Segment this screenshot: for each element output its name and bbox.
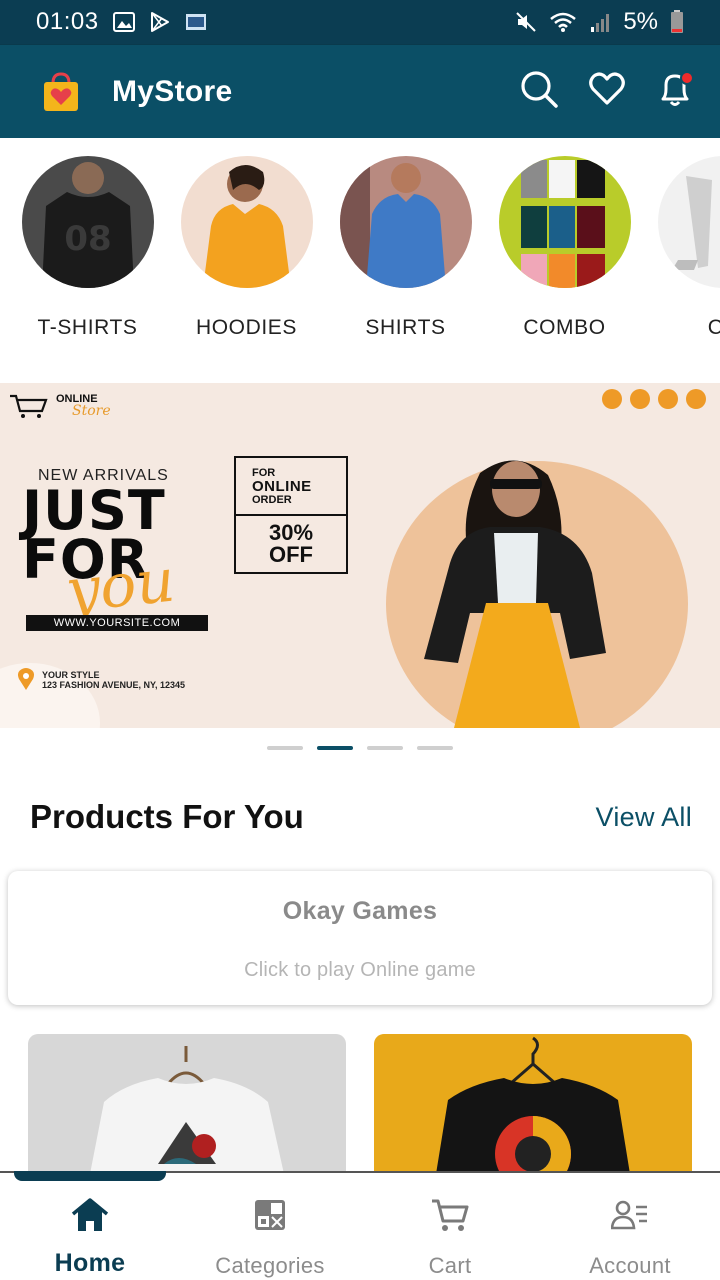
offer-order: ORDER (252, 493, 292, 506)
games-card-title: Okay Games (282, 897, 438, 925)
facebook-icon (658, 389, 678, 409)
wifi-icon (549, 11, 577, 33)
offer-off: OFF (269, 542, 313, 567)
battery-icon (670, 10, 684, 34)
section-title: Products For You (30, 798, 304, 835)
product-card[interactable] (374, 1034, 692, 1174)
nav-label: Categories (215, 1253, 325, 1278)
app-header: MyStore (0, 44, 720, 138)
category-image-shirts (339, 156, 472, 288)
status-time: 01:03 (36, 8, 99, 35)
offer-percent: 30% (268, 520, 314, 545)
nav-account[interactable]: Account (540, 1173, 720, 1280)
games-card-subtitle: Click to play Online game (244, 959, 476, 981)
category-label: T-SHIRTS (37, 316, 138, 339)
search-button[interactable] (518, 71, 560, 113)
games-card[interactable]: Okay Games Click to play Online game (8, 871, 712, 1005)
banner-website: WWW.YOURSITE.COM (26, 615, 208, 631)
product-card[interactable] (28, 1034, 346, 1174)
search-icon (519, 69, 559, 114)
bottom-navigation: Home Categories Cart Account (0, 1171, 720, 1280)
category-label: CH (707, 316, 720, 339)
heart-icon (587, 69, 627, 114)
nav-label: Account (589, 1253, 671, 1278)
cart-icon (8, 393, 48, 424)
carousel-indicator (0, 746, 720, 750)
category-image-combo (498, 156, 631, 288)
banner-style-label: YOUR STYLE (42, 670, 100, 680)
twitter-icon (602, 389, 622, 409)
nav-active-indicator (14, 1171, 166, 1181)
promo-banner[interactable]: ONLINE Store NEW ARRIVALS JUST FOR you W… (0, 383, 720, 728)
account-icon (610, 1195, 650, 1235)
gallery-icon (112, 12, 135, 32)
banner-address: 123 FASHION AVENUE, NY, 12345 (42, 680, 186, 690)
category-label: HOODIES (195, 316, 298, 339)
carousel-dot[interactable] (367, 746, 403, 750)
app-icon (185, 12, 207, 32)
category-more[interactable]: CH (644, 140, 720, 360)
categories-icon (250, 1195, 290, 1235)
notification-badge (680, 70, 694, 85)
home-icon (70, 1195, 110, 1235)
view-all-link[interactable]: View All (596, 802, 692, 833)
category-image-hoodies (180, 156, 313, 288)
category-tshirts[interactable]: 08 T-SHIRTS (8, 140, 167, 360)
category-shirts[interactable]: SHIRTS (326, 140, 485, 360)
status-bar: 01:03 5% (0, 0, 720, 44)
battery-percent: 5% (623, 8, 658, 35)
category-label: SHIRTS (365, 316, 446, 339)
svg-text:08: 08 (64, 219, 111, 259)
location-pin-icon (16, 667, 36, 696)
nav-label: Cart (428, 1253, 472, 1278)
banner-model-image (420, 453, 610, 728)
cart-icon (430, 1195, 470, 1235)
shopping-bag-heart-icon[interactable] (40, 71, 82, 113)
wishlist-button[interactable] (586, 71, 628, 113)
instagram-icon (630, 389, 650, 409)
carousel-dot[interactable] (417, 746, 453, 750)
nav-categories[interactable]: Categories (180, 1173, 360, 1280)
carousel-dot-active[interactable] (317, 746, 353, 750)
notifications-button[interactable] (654, 70, 696, 113)
mute-icon (515, 11, 537, 33)
nav-cart[interactable]: Cart (360, 1173, 540, 1280)
nav-label: Home (54, 1249, 126, 1277)
offer-online: ONLINE (252, 477, 312, 495)
social-icons (602, 389, 706, 409)
nav-home[interactable]: Home (0, 1173, 180, 1280)
carousel-dot[interactable] (267, 746, 303, 750)
app-title: MyStore (112, 74, 233, 108)
whatsapp-icon (686, 389, 706, 409)
category-image-chinos (657, 156, 720, 288)
category-label: COMBO (523, 316, 606, 339)
signal-icon (589, 11, 611, 33)
play-store-icon (149, 11, 171, 33)
offer-for: FOR (252, 466, 276, 479)
banner-offer-box: FOR ONLINE ORDER 30% OFF (234, 456, 348, 574)
category-image-tshirts: 08 (21, 156, 154, 288)
category-strip[interactable]: 08 T-SHIRTS HOODIES SHIRTS COMBO C (0, 140, 720, 360)
category-combo[interactable]: COMBO (485, 140, 644, 360)
banner-brand-script: Store (72, 403, 111, 419)
category-hoodies[interactable]: HOODIES (167, 140, 326, 360)
